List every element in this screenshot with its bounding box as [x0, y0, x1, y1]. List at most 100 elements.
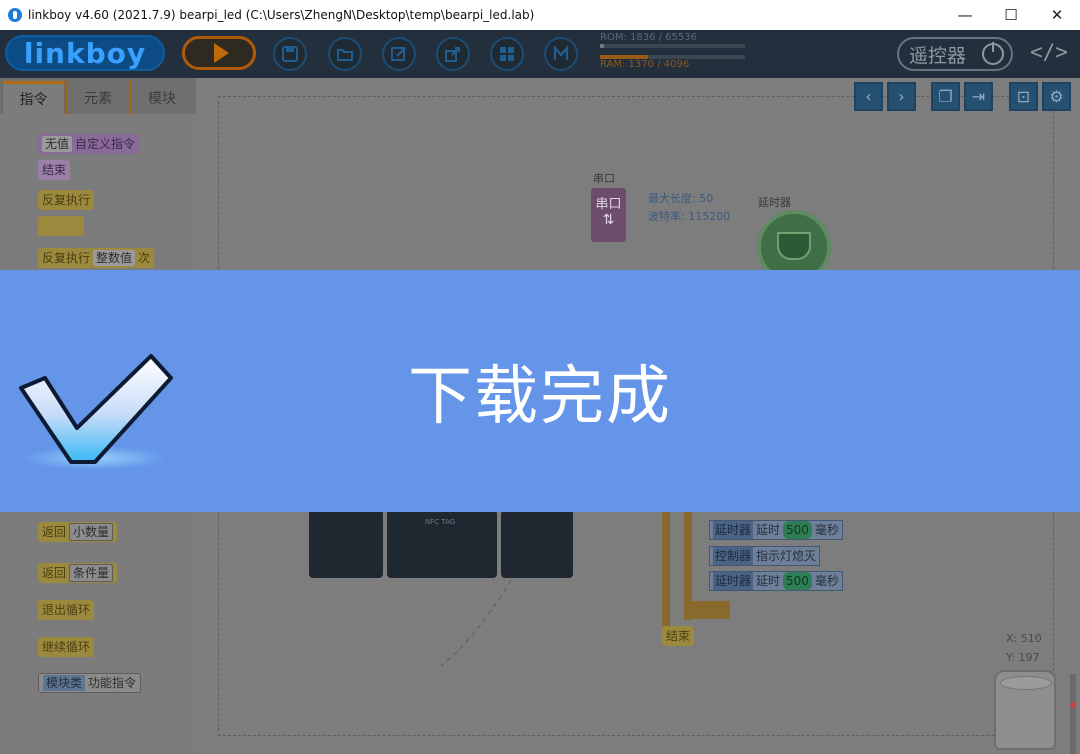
condition-slot: 条件量 [69, 564, 114, 582]
code-view-button[interactable]: </> [1030, 40, 1068, 64]
custom-command-label: 自定义指令 [75, 137, 136, 151]
delay-block-1-text: 延时 [756, 523, 781, 537]
tab-instructions[interactable]: 指令 [2, 81, 65, 114]
settings-button[interactable]: ⚙ [1042, 82, 1071, 111]
open-file-button[interactable] [328, 37, 362, 71]
repeat-n-suffix: 次 [138, 251, 151, 265]
cursor-y: Y: 197 [1006, 651, 1040, 664]
return-decimal-block[interactable]: 返回 小数量 [38, 522, 118, 542]
uart-baud-rate: 波特率: 115200 [648, 210, 731, 223]
tab-elements[interactable]: 元素 [66, 81, 129, 114]
continue-loop-block[interactable]: 继续循环 [38, 637, 95, 657]
wire-curve [440, 579, 512, 667]
remote-control-button[interactable]: 遥控器 [897, 37, 1013, 71]
title-bar: linkboy v4.60 (2021.7.9) bearpi_led (C:\… [0, 0, 1080, 31]
window-controls: — ☐ ✕ [942, 0, 1080, 30]
window-title: linkboy v4.60 (2021.7.9) bearpi_led (C:\… [28, 8, 535, 22]
delay-block-2-text: 延时 [756, 574, 781, 588]
board-right[interactable] [501, 510, 573, 578]
download-complete-message: 下载完成 [408, 360, 672, 434]
program-spine [662, 510, 670, 635]
ram-bar-fill [600, 55, 648, 59]
delay-block-1-value[interactable]: 500 [783, 521, 812, 539]
edit-button[interactable] [382, 37, 416, 71]
ram-label: RAM: 1370 / 4096 [600, 59, 690, 70]
program-end-block[interactable]: 结束 [662, 626, 695, 646]
power-icon [982, 42, 1004, 65]
gear-icon: ⚙ [1049, 87, 1064, 106]
board-nfc[interactable]: NFC TAG [387, 510, 497, 578]
rom-bar-fill [600, 44, 605, 48]
integer-slot: 整数值 [93, 250, 136, 266]
board-left[interactable] [309, 510, 383, 578]
nfc-tag-label: NFC TAG [425, 518, 456, 526]
return-label: 返回 [42, 525, 67, 539]
play-icon [213, 43, 229, 63]
remote-label: 遥控器 [909, 44, 967, 67]
exit-icon: ⇥ [971, 87, 986, 106]
repeat-forever-block[interactable]: 反复执行 [38, 190, 95, 210]
led-off-block-tag: 控制器 [713, 547, 754, 565]
linkboy-app-icon [8, 8, 22, 22]
repeat-n-prefix: 反复执行 [42, 251, 91, 265]
exit-view-button[interactable]: ⇥ [964, 82, 993, 111]
module-class-slot: 模块类 [43, 675, 86, 691]
end-block[interactable]: 结束 [38, 160, 71, 180]
loop-foot [684, 601, 730, 619]
fit-view-button[interactable]: ⊡ [1009, 82, 1038, 111]
repeat-n-block[interactable]: 反复执行 整数值 次 [38, 248, 155, 268]
ram-usage: RAM: 1370 / 4096 [600, 54, 745, 70]
export-button[interactable] [436, 37, 470, 71]
m-letter-icon [553, 45, 569, 60]
function-command-label: 功能指令 [88, 676, 137, 690]
linkboy-logo[interactable]: linkboy [5, 35, 165, 71]
uart-module[interactable]: 串口 ⇅ [591, 188, 626, 242]
save-button[interactable] [273, 37, 307, 71]
led-off-block[interactable]: 控制器 指示灯熄灭 [709, 546, 821, 566]
chevron-right-icon: › [898, 87, 905, 106]
delay-block-1-unit: 毫秒 [814, 523, 839, 537]
cursor-x: X: 510 [1006, 632, 1042, 645]
delay-block-2-value[interactable]: 500 [783, 572, 812, 590]
uart-title: 串口 [595, 197, 622, 212]
canvas-scroll-indicator[interactable] [1070, 674, 1076, 754]
download-complete-banner: 下载完成 [0, 270, 1080, 512]
next-button[interactable]: › [887, 82, 916, 111]
delay-block-2-tag: 延时器 [713, 572, 754, 590]
copy-icon: ❐ [938, 87, 953, 106]
copy-button[interactable]: ❐ [931, 82, 960, 111]
custom-command-block[interactable]: 无值 自定义指令 [38, 134, 140, 154]
delay-block-2[interactable]: 延时器 延时 500 毫秒 [709, 571, 843, 591]
rom-bar [600, 44, 745, 48]
none-value-slot: 无值 [42, 136, 73, 152]
delay-block-1-tag: 延时器 [713, 521, 754, 539]
save-icon [282, 46, 298, 62]
close-button[interactable]: ✕ [1034, 0, 1080, 30]
ram-bar [600, 55, 745, 59]
exit-loop-block[interactable]: 退出循环 [38, 600, 95, 620]
rom-usage: ROM: 1836 / 65536 [600, 32, 745, 48]
delay-block-2-unit: 毫秒 [814, 574, 839, 588]
mode-button[interactable] [544, 37, 578, 71]
delay-block-1[interactable]: 延时器 延时 500 毫秒 [709, 520, 843, 540]
module-function-block[interactable]: 模块类 功能指令 [38, 673, 142, 693]
trash-bin-icon[interactable] [994, 670, 1056, 750]
grid-icon [500, 47, 514, 61]
decimal-slot: 小数量 [69, 523, 114, 541]
uart-max-length: 最大长度: 50 [648, 192, 714, 205]
fit-icon: ⊡ [1016, 87, 1031, 106]
return-condition-block[interactable]: 返回 条件量 [38, 563, 118, 583]
return-label-2: 返回 [42, 566, 67, 580]
uart-component-label: 串口 [593, 172, 615, 185]
main-toolbar: linkboy ROM: 1836 / 65536 RAM: 1370 / 40… [0, 30, 1080, 78]
tab-modules[interactable]: 模块 [130, 81, 193, 114]
prev-button[interactable]: ‹ [854, 82, 883, 111]
panel-tabs: 指令 元素 模块 [0, 78, 196, 114]
export-icon [445, 47, 460, 62]
minimize-button[interactable]: — [942, 0, 988, 30]
timer-component-label: 延时器 [758, 196, 791, 209]
modules-button[interactable] [490, 37, 524, 71]
maximize-button[interactable]: ☐ [988, 0, 1034, 30]
run-download-button[interactable] [182, 36, 256, 70]
rom-label: ROM: 1836 / 65536 [600, 32, 697, 43]
